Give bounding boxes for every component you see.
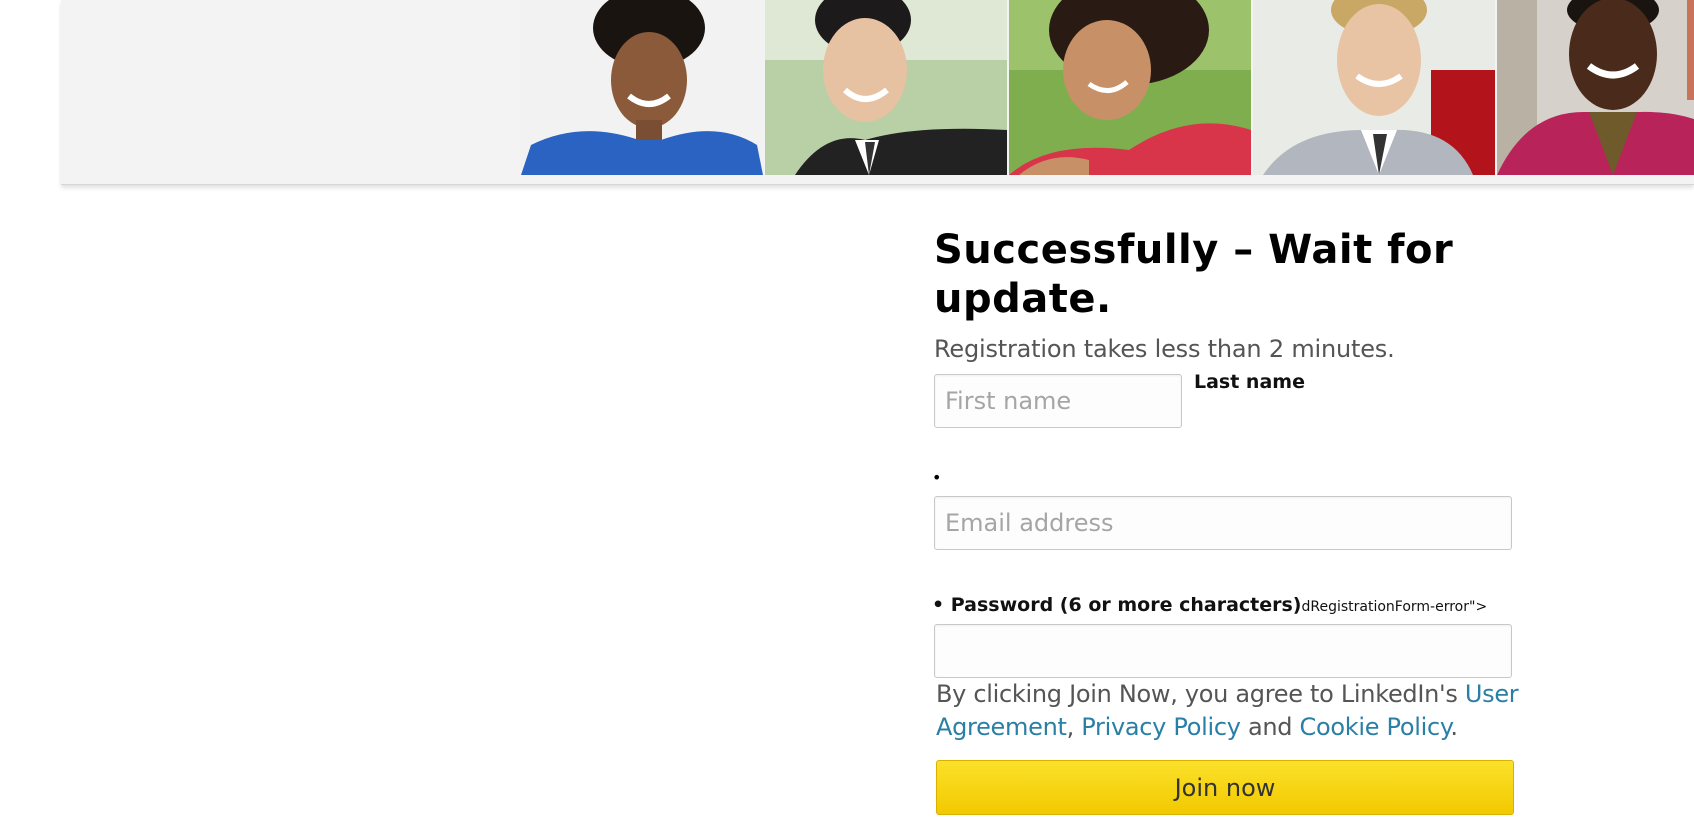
hero-photo-1 <box>521 0 763 175</box>
password-label-error-fragment: dRegistrationForm-error"> <box>1301 599 1488 615</box>
first-name-input[interactable] <box>934 374 1182 428</box>
hero-photo-strip <box>521 0 1694 175</box>
field-bullet: • <box>932 468 942 487</box>
registration-subtitle: Registration takes less than 2 minutes. <box>934 335 1395 363</box>
hero-photo-3 <box>1009 0 1251 175</box>
email-input[interactable] <box>934 496 1512 550</box>
password-label: • Password (6 or more characters)dRegist… <box>932 594 1487 616</box>
terms-prefix: By clicking Join Now, you agree to Linke… <box>936 680 1465 708</box>
hero-photo-2 <box>765 0 1007 175</box>
terms-and: and <box>1240 713 1300 741</box>
password-input[interactable] <box>934 624 1512 678</box>
page: Successfully – Wait for update. Registra… <box>0 0 1694 820</box>
hero-photo-4 <box>1253 0 1495 175</box>
hero-photo-5 <box>1497 0 1694 175</box>
terms-comma: , <box>1066 713 1082 741</box>
terms-text: By clicking Join Now, you agree to Linke… <box>936 678 1576 744</box>
hero-banner <box>61 0 1694 185</box>
last-name-label: Last name <box>1194 371 1305 393</box>
password-label-text: • Password (6 or more characters) <box>932 594 1302 616</box>
cookie-policy-link[interactable]: Cookie Policy <box>1300 713 1451 741</box>
page-title: Successfully – Wait for update. <box>934 227 1454 322</box>
privacy-policy-link[interactable]: Privacy Policy <box>1081 713 1241 741</box>
registration-form: Successfully – Wait for update. Registra… <box>932 226 1574 815</box>
join-now-button[interactable]: Join now <box>936 760 1514 815</box>
terms-period: . <box>1450 713 1458 741</box>
